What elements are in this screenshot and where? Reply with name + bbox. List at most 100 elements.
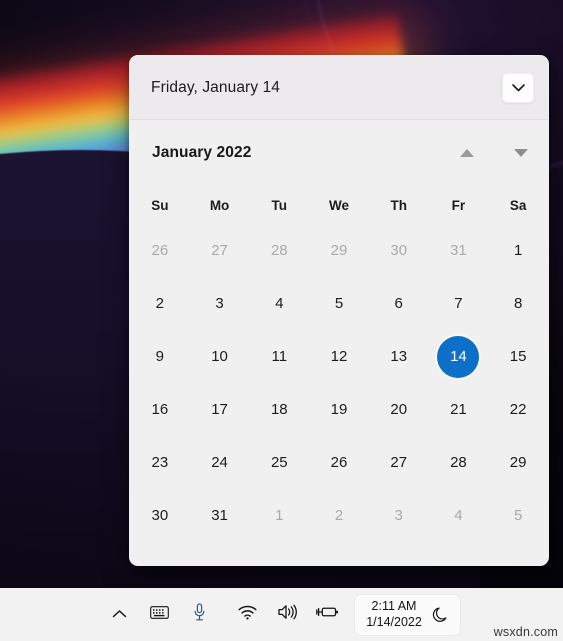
battery-button[interactable] xyxy=(311,598,343,632)
calendar-day-label: 9 xyxy=(155,348,165,365)
volume-button[interactable] xyxy=(271,598,303,632)
calendar-week-row: 23 24 25 26 27 28 29 xyxy=(130,436,548,489)
expand-collapse-button[interactable] xyxy=(502,73,534,103)
calendar-day[interactable]: 9 xyxy=(130,330,190,383)
calendar-day[interactable]: 25 xyxy=(249,436,309,489)
calendar-day[interactable]: 27 xyxy=(369,436,429,489)
calendar-day[interactable]: 15 xyxy=(488,330,548,383)
calendar-day-label: 21 xyxy=(450,401,467,418)
calendar-day[interactable]: 16 xyxy=(130,383,190,436)
network-button[interactable] xyxy=(231,598,263,632)
calendar-day[interactable]: 24 xyxy=(190,436,250,489)
calendar-day[interactable]: 29 xyxy=(488,436,548,489)
calendar-day-label: 8 xyxy=(513,295,523,312)
calendar-week-row: 2 3 4 5 6 7 8 xyxy=(130,277,548,330)
calendar-day[interactable]: 4 xyxy=(429,489,489,542)
triangle-down-icon xyxy=(514,149,528,157)
calendar-day-label: 23 xyxy=(151,454,169,471)
calendar-day-selected[interactable]: 14 xyxy=(429,330,489,383)
calendar-day[interactable]: 1 xyxy=(249,489,309,542)
calendar-day-label: 2 xyxy=(334,507,344,524)
taskbar: 2:11 AM 1/14/2022 xyxy=(0,588,563,641)
triangle-up-icon xyxy=(460,149,474,157)
touch-keyboard-button[interactable] xyxy=(143,598,175,632)
calendar-day[interactable]: 20 xyxy=(369,383,429,436)
calendar-day[interactable]: 8 xyxy=(488,277,548,330)
calendar-day-label: 20 xyxy=(390,401,408,418)
calendar-day[interactable]: 5 xyxy=(488,489,548,542)
calendar-day[interactable]: 31 xyxy=(429,224,489,277)
calendar-day-label: 28 xyxy=(270,242,288,259)
next-month-button[interactable] xyxy=(508,140,534,166)
calendar-day[interactable]: 17 xyxy=(190,383,250,436)
flyout-header: Friday, January 14 xyxy=(130,56,548,120)
calendar-day-label: 7 xyxy=(454,295,463,312)
calendar-day-label: 31 xyxy=(450,242,467,259)
show-hidden-icons-button[interactable] xyxy=(103,598,135,632)
calendar-day-label: 5 xyxy=(513,507,523,524)
calendar-day-label: 14 xyxy=(437,335,480,378)
calendar-day-label: 30 xyxy=(390,242,408,259)
calendar-day-label: 11 xyxy=(271,348,288,365)
current-date-label: Friday, January 14 xyxy=(151,78,281,96)
calendar-day[interactable]: 22 xyxy=(488,383,548,436)
calendar-day[interactable]: 10 xyxy=(190,330,250,383)
calendar-day[interactable]: 13 xyxy=(369,330,429,383)
calendar-day-label: 13 xyxy=(390,348,408,365)
calendar-day[interactable]: 3 xyxy=(190,277,250,330)
microphone-button[interactable] xyxy=(183,598,215,632)
calendar-day[interactable]: 30 xyxy=(369,224,429,277)
calendar-day-label: 24 xyxy=(211,454,228,471)
calendar-day[interactable]: 12 xyxy=(309,330,369,383)
calendar-day[interactable]: 31 xyxy=(190,489,250,542)
calendar-day-label: 18 xyxy=(270,401,288,418)
calendar-day-label: 6 xyxy=(394,295,403,312)
moon-icon[interactable] xyxy=(432,605,451,624)
calendar-day[interactable]: 26 xyxy=(309,436,369,489)
day-of-week-th: Th xyxy=(390,197,407,213)
calendar-day-label: 22 xyxy=(509,401,527,418)
day-of-week-tu: Tu xyxy=(271,197,288,213)
clock-text: 2:11 AM 1/14/2022 xyxy=(366,599,422,630)
calendar-day-label: 27 xyxy=(390,454,408,471)
calendar-day[interactable]: 26 xyxy=(130,224,190,277)
calendar-week-row: 16 17 18 19 20 21 22 xyxy=(130,383,548,436)
calendar-day[interactable]: 23 xyxy=(130,436,190,489)
calendar-day[interactable]: 6 xyxy=(369,277,429,330)
calendar-day[interactable]: 29 xyxy=(309,224,369,277)
wifi-icon xyxy=(238,605,257,625)
day-of-week-header-row: Su Mo Tu We Th Fr Sa xyxy=(130,186,548,224)
calendar-day[interactable]: 5 xyxy=(309,277,369,330)
system-tray: 2:11 AM 1/14/2022 xyxy=(103,594,460,635)
clock-date: 1/14/2022 xyxy=(366,614,422,629)
calendar-day-label: 2 xyxy=(155,295,165,312)
chevron-down-icon xyxy=(511,84,525,92)
calendar-day-label: 1 xyxy=(513,242,523,259)
calendar-day[interactable]: 19 xyxy=(309,383,369,436)
day-of-week-we: We xyxy=(328,197,349,213)
calendar-day-label: 4 xyxy=(454,507,463,524)
calendar-day[interactable]: 28 xyxy=(429,436,489,489)
calendar-day[interactable]: 11 xyxy=(249,330,309,383)
calendar-day[interactable]: 27 xyxy=(190,224,250,277)
calendar-day-label: 29 xyxy=(330,242,348,259)
volume-icon xyxy=(277,604,298,625)
calendar-day[interactable]: 21 xyxy=(429,383,489,436)
calendar-day[interactable]: 18 xyxy=(249,383,309,436)
calendar-day[interactable]: 28 xyxy=(249,224,309,277)
calendar-day-label: 1 xyxy=(275,507,284,524)
clock-and-date-button[interactable]: 2:11 AM 1/14/2022 xyxy=(355,594,460,635)
calendar-day[interactable]: 7 xyxy=(429,277,489,330)
calendar-day[interactable]: 30 xyxy=(130,489,190,542)
calendar-day[interactable]: 4 xyxy=(249,277,309,330)
calendar-day[interactable]: 2 xyxy=(309,489,369,542)
calendar-day-label: 31 xyxy=(211,507,228,524)
calendar-day[interactable]: 2 xyxy=(130,277,190,330)
previous-month-button[interactable] xyxy=(454,140,480,166)
calendar-day[interactable]: 1 xyxy=(488,224,548,277)
microphone-icon xyxy=(193,602,206,627)
month-year-button[interactable]: January 2022 xyxy=(152,144,251,162)
calendar-week-row: 30 31 1 2 3 4 5 xyxy=(130,489,548,542)
calendar-day[interactable]: 3 xyxy=(369,489,429,542)
calendar-day-label: 19 xyxy=(330,401,348,418)
